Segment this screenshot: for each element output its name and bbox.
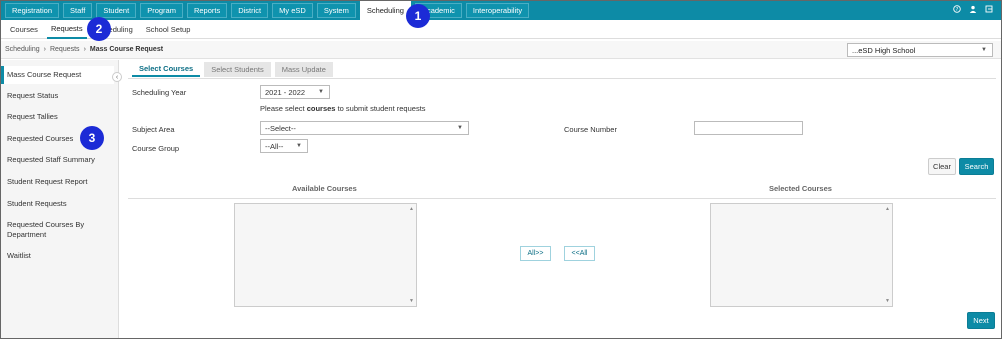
- top-tab-registration[interactable]: Registration: [5, 3, 60, 18]
- breadcrumb-separator-icon: ›: [43, 46, 46, 53]
- breadcrumb-bar: Scheduling › Requests › Mass Course Requ…: [1, 41, 1001, 59]
- selected-courses-header: Selected Courses: [769, 184, 832, 193]
- scroll-down-icon[interactable]: ▼: [409, 298, 414, 304]
- sidebar: Mass Course Request Request Status Reque…: [1, 60, 122, 338]
- selected-courses-scrollbar[interactable]: ▲ ▼: [885, 206, 891, 304]
- top-tab-interoperability[interactable]: Interoperability: [465, 3, 530, 18]
- move-all-right-button[interactable]: All>>: [520, 246, 551, 261]
- help-icon[interactable]: ?: [953, 5, 961, 13]
- instruction-suffix: to submit student requests: [335, 104, 426, 113]
- course-group-value: --All--: [265, 141, 284, 151]
- sub-tab-school-setup[interactable]: School Setup: [142, 20, 195, 39]
- course-number-label: Course Number: [564, 125, 617, 134]
- top-tab-my-esd[interactable]: My eSD: [272, 3, 313, 18]
- scroll-down-icon[interactable]: ▼: [885, 298, 890, 304]
- sidebar-item-requested-staff-summary[interactable]: Requested Staff Summary: [7, 155, 113, 165]
- sidebar-item-student-requests[interactable]: Student Requests: [7, 199, 113, 209]
- next-button[interactable]: Next: [967, 312, 995, 329]
- sidebar-item-mass-course-request[interactable]: Mass Course Request: [1, 66, 114, 84]
- chevron-down-icon: ▼: [296, 143, 302, 149]
- top-nav-icons: ?: [953, 5, 993, 13]
- callout-badge-2: 2: [87, 17, 111, 41]
- logout-icon[interactable]: [985, 5, 993, 13]
- breadcrumb-scheduling[interactable]: Scheduling: [5, 46, 40, 53]
- breadcrumb-current: Mass Course Request: [89, 46, 164, 53]
- chevron-down-icon: ▼: [981, 47, 987, 53]
- callout-badge-3: 3: [80, 126, 104, 150]
- instruction-bold: courses: [306, 104, 336, 113]
- subject-area-label: Subject Area: [132, 125, 175, 134]
- available-courses-list[interactable]: ▲ ▼: [234, 203, 417, 307]
- user-icon[interactable]: [969, 5, 977, 13]
- sub-nav: Courses Requests Scheduling School Setup: [1, 20, 1001, 39]
- tab-mass-update[interactable]: Mass Update: [274, 62, 333, 77]
- sidebar-item-student-request-report[interactable]: Student Request Report: [7, 177, 113, 187]
- breadcrumb: Scheduling › Requests › Mass Course Requ…: [5, 46, 163, 53]
- course-group-label: Course Group: [132, 144, 180, 153]
- sub-tab-requests[interactable]: Requests: [46, 20, 87, 39]
- sidebar-item-requested-courses-by-department[interactable]: Requested Courses By Department: [7, 220, 113, 240]
- sidebar-item-request-status[interactable]: Request Status: [7, 91, 113, 101]
- top-tab-student[interactable]: Student: [96, 3, 137, 18]
- chevron-down-icon: ▼: [318, 89, 324, 95]
- tab-select-students[interactable]: Select Students: [204, 62, 271, 77]
- breadcrumb-requests[interactable]: Requests: [50, 46, 80, 53]
- available-courses-scrollbar[interactable]: ▲ ▼: [409, 206, 415, 304]
- subject-area-select[interactable]: --Select-- ▼: [260, 121, 469, 135]
- scheduling-year-label: Scheduling Year: [132, 88, 187, 97]
- top-tab-program[interactable]: Program: [140, 3, 183, 18]
- top-tab-district[interactable]: District: [231, 3, 269, 18]
- top-tab-system[interactable]: System: [316, 3, 356, 18]
- collapse-sidebar-icon[interactable]: ‹: [112, 72, 122, 82]
- school-select[interactable]: ...eSD High School ▼: [847, 43, 993, 57]
- sidebar-item-request-tallies[interactable]: Request Tallies: [7, 112, 113, 122]
- scheduling-year-select[interactable]: 2021 - 2022 ▼: [260, 85, 330, 99]
- school-select-value: ...eSD High School: [852, 45, 916, 55]
- move-all-left-button[interactable]: <<All: [564, 246, 595, 261]
- step-tabs: Select Courses Select Students Mass Upda…: [132, 62, 333, 77]
- scroll-up-icon[interactable]: ▲: [409, 206, 414, 212]
- course-group-select[interactable]: --All-- ▼: [260, 139, 308, 153]
- course-number-input[interactable]: [694, 121, 803, 135]
- subject-area-value: --Select--: [265, 123, 296, 133]
- search-button[interactable]: Search: [959, 158, 994, 175]
- breadcrumb-separator-icon: ›: [83, 46, 86, 53]
- instruction-prefix: Please select: [260, 104, 307, 113]
- tab-divider: [128, 78, 996, 79]
- instruction-text: Please select courses to submit student …: [260, 104, 426, 113]
- sidebar-item-waitlist[interactable]: Waitlist: [7, 251, 113, 261]
- top-tab-staff[interactable]: Staff: [63, 3, 93, 18]
- chevron-down-icon: ▼: [457, 125, 463, 131]
- main-panel: Select Courses Select Students Mass Upda…: [128, 60, 998, 338]
- scheduling-year-value: 2021 - 2022: [265, 87, 306, 97]
- available-courses-header: Available Courses: [292, 184, 357, 193]
- callout-badge-1: 1: [406, 4, 430, 28]
- clear-button[interactable]: Clear: [928, 158, 956, 175]
- top-nav: Registration Staff Student Program Repor…: [1, 1, 1001, 20]
- svg-text:?: ?: [956, 7, 959, 13]
- selected-courses-list[interactable]: ▲ ▼: [710, 203, 893, 307]
- top-tab-scheduling[interactable]: Scheduling: [359, 1, 411, 20]
- sub-tab-courses[interactable]: Courses: [6, 20, 42, 39]
- top-tab-reports[interactable]: Reports: [186, 3, 228, 18]
- scroll-up-icon[interactable]: ▲: [885, 206, 890, 212]
- tab-select-courses[interactable]: Select Courses: [132, 62, 201, 77]
- section-divider: [128, 198, 996, 199]
